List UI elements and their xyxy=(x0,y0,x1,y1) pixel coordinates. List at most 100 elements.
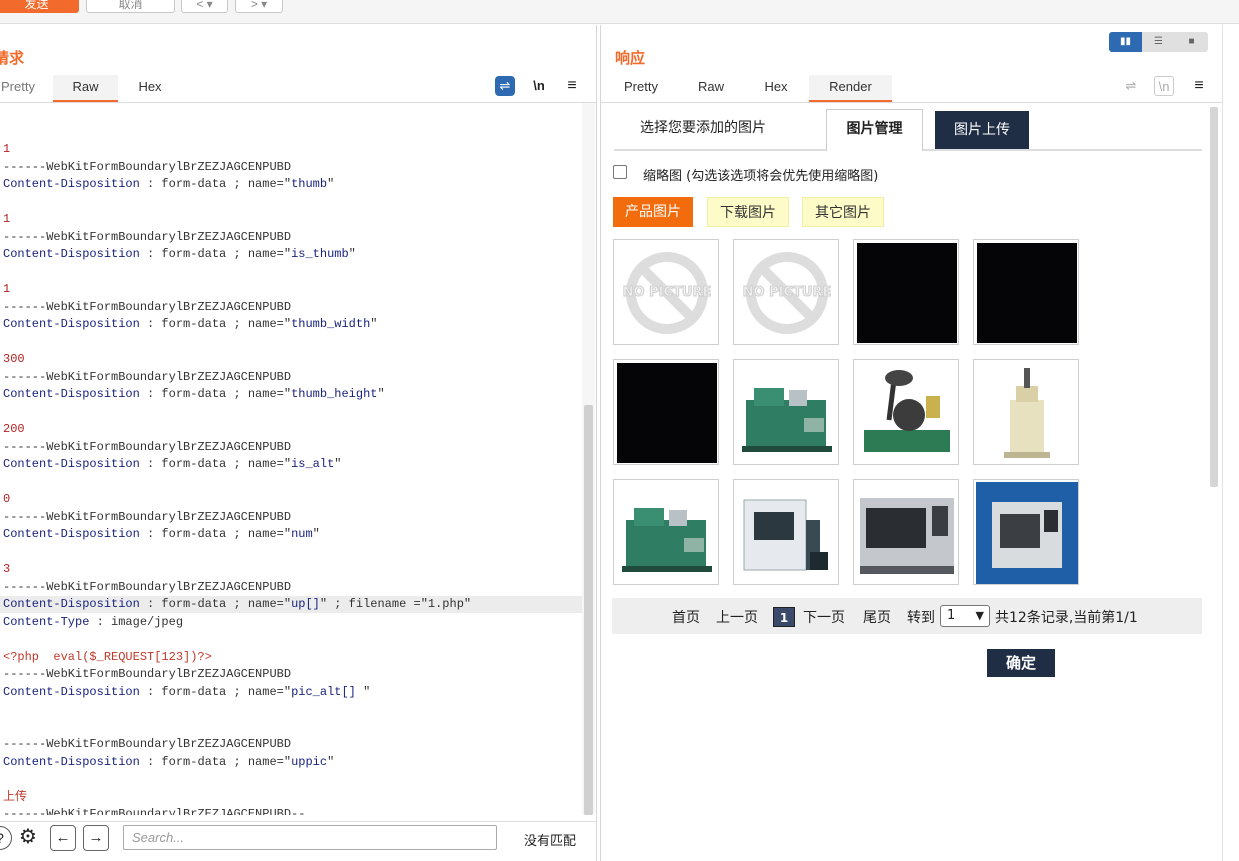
show-newlines-icon[interactable]: \n xyxy=(529,76,549,96)
current-page[interactable]: 1 xyxy=(773,607,795,627)
boundary-line: ------WebKitFormBoundarylBrZEZJAGCENPUBD xyxy=(3,580,292,594)
field-suffix: " xyxy=(327,755,335,769)
record-summary: 共12条记录,当前第1/1 xyxy=(995,610,1138,626)
header-line: Content-Disposition : form-data ; name="… xyxy=(3,386,385,403)
tab-pretty[interactable]: Pretty xyxy=(0,75,44,103)
tab-image-manage[interactable]: 图片管理 xyxy=(826,109,923,152)
tab-pretty[interactable]: Pretty xyxy=(611,75,671,103)
header-line: Content-Disposition : form-data ; name="… xyxy=(3,526,320,543)
field-suffix: " xyxy=(327,177,335,191)
tab-select-image[interactable]: 选择您要添加的图片 xyxy=(628,109,778,151)
send-button[interactable]: 发送 xyxy=(0,0,79,13)
tab-hex[interactable]: Hex xyxy=(125,75,175,103)
boundary-line: ------WebKitFormBoundarylBrZEZJAGCENPUBD xyxy=(3,440,292,454)
field-name: uppic xyxy=(291,755,328,769)
page-select-value: 1 xyxy=(947,608,956,623)
tab-raw[interactable]: Raw xyxy=(686,75,736,103)
wrap-lines-icon[interactable]: ⇌ xyxy=(1121,76,1141,96)
boundary-line: ------WebKitFormBoundarylBrZEZJAGCENPUBD… xyxy=(3,807,306,815)
header-key: Content-Disposition xyxy=(3,755,140,769)
image-dialog-tabs: 选择您要添加的图片 图片管理 图片上传 xyxy=(614,109,1202,152)
header-key: Content-Disposition xyxy=(3,685,140,699)
header-key: Content-Type xyxy=(3,615,90,629)
search-input[interactable]: Search... xyxy=(123,825,497,850)
render-scrollbar-thumb[interactable] xyxy=(1210,107,1218,487)
show-newlines-icon[interactable]: \n xyxy=(1154,76,1174,96)
thumbnail-checkbox-label: 缩略图 (勾选该选项将会优先使用缩略图) xyxy=(643,169,879,184)
image-thumbnail[interactable] xyxy=(853,359,959,465)
tab-render[interactable]: Render xyxy=(809,75,892,103)
header-key: Content-Disposition xyxy=(3,527,140,541)
prev-page-link[interactable]: 上一页 xyxy=(716,607,758,627)
cancel-button[interactable]: 取消 xyxy=(86,0,175,13)
category-product-images[interactable]: 产品图片 xyxy=(613,197,693,227)
category-download-images[interactable]: 下载图片 xyxy=(707,197,789,227)
settings-gear-icon[interactable]: ⚙ xyxy=(16,826,40,850)
thumbnail-checkbox[interactable] xyxy=(613,165,627,179)
field-value-line: 1 xyxy=(3,212,11,226)
header-separator: : form-data ; name=" xyxy=(139,685,292,699)
menu-icon[interactable]: ≡ xyxy=(1189,76,1209,96)
stacked-layout-icon[interactable]: ☰ xyxy=(1142,32,1175,52)
image-thumbnail[interactable] xyxy=(973,479,1079,585)
side-by-side-layout-icon[interactable]: ▮▮ xyxy=(1109,32,1142,52)
image-thumbnail[interactable] xyxy=(973,359,1079,465)
editor-scrollbar-thumb[interactable] xyxy=(584,405,593,815)
previous-match-button[interactable]: ← xyxy=(50,825,76,851)
last-page-link[interactable]: 尾页 xyxy=(863,607,891,627)
header-key: Content-Disposition xyxy=(3,597,140,611)
wrap-lines-icon[interactable]: ⇌ xyxy=(495,76,515,96)
header-line: Content-Disposition : form-data ; name="… xyxy=(3,596,471,613)
image-thumbnail[interactable] xyxy=(973,239,1079,345)
render-scrollbar[interactable] xyxy=(1207,103,1221,491)
forward-button[interactable]: > ▾ xyxy=(235,0,283,13)
image-thumbnail[interactable]: NO PICTURE xyxy=(613,239,719,345)
field-name: pic_alt[] xyxy=(291,685,356,699)
boundary-line: ------WebKitFormBoundarylBrZEZJAGCENPUBD xyxy=(3,160,292,174)
request-editor[interactable]: 1 ------WebKitFormBoundarylBrZEZJAGCENPUB… xyxy=(0,103,582,815)
request-panel: 请求 Pretty Raw Hex ⇌ \n ≡ 1 ------WebKitFo… xyxy=(0,25,597,861)
pagination: 首页 上一页 1 下一页 尾页 转到 1 ▼ 共12条记录,当前第1/1 xyxy=(612,598,1202,634)
image-thumbnail[interactable] xyxy=(613,359,719,465)
header-separator: : form-data ; name=" xyxy=(139,597,292,611)
no-picture-label: NO PICTURE xyxy=(622,285,712,301)
next-match-button[interactable]: → xyxy=(83,825,109,851)
field-value-line: 3 xyxy=(3,562,11,576)
image-thumbnail[interactable] xyxy=(613,479,719,585)
category-other-images[interactable]: 其它图片 xyxy=(802,197,884,227)
header-separator: : form-data ; name=" xyxy=(139,177,292,191)
search-bar: ? ⚙ ← → Search... 没有匹配 xyxy=(0,821,597,861)
help-icon[interactable]: ? xyxy=(0,826,12,850)
tab-image-upload[interactable]: 图片上传 xyxy=(935,111,1029,149)
header-separator: : form-data ; name=" xyxy=(139,527,292,541)
editor-scrollbar[interactable] xyxy=(582,103,595,815)
header-line: Content-Disposition : form-data ; name="… xyxy=(3,176,334,193)
field-name: is_thumb xyxy=(291,247,349,261)
field-suffix: " ; filename ="1.php" xyxy=(319,597,472,611)
response-panel: ▮▮ ☰ ■ 响应 Pretty Raw Hex Render ⇌ \n ≡ 选… xyxy=(600,25,1223,861)
header-separator: : form-data ; name=" xyxy=(139,317,292,331)
single-layout-icon[interactable]: ■ xyxy=(1175,32,1208,52)
image-thumbnail[interactable] xyxy=(733,359,839,465)
menu-icon[interactable]: ≡ xyxy=(562,76,582,96)
chevron-down-icon: ▼ xyxy=(975,609,984,622)
rendered-page: 选择您要添加的图片 图片管理 图片上传 缩略图 (勾选该选项将会优先使用缩略图)… xyxy=(604,103,1208,861)
tab-raw[interactable]: Raw xyxy=(53,75,118,103)
image-thumbnail[interactable]: NO PICTURE xyxy=(733,239,839,345)
header-key: Content-Disposition xyxy=(3,247,140,261)
boundary-line: ------WebKitFormBoundarylBrZEZJAGCENPUBD xyxy=(3,300,292,314)
back-button[interactable]: < ▾ xyxy=(181,0,228,13)
image-thumbnail[interactable] xyxy=(733,479,839,585)
header-line: Content-Disposition : form-data ; name="… xyxy=(3,684,370,701)
tab-hex[interactable]: Hex xyxy=(751,75,801,103)
boundary-line: ------WebKitFormBoundarylBrZEZJAGCENPUBD xyxy=(3,370,292,384)
page-select[interactable]: 1 ▼ xyxy=(940,605,990,627)
image-thumbnail[interactable] xyxy=(853,239,959,345)
field-suffix: " xyxy=(370,317,378,331)
next-page-link[interactable]: 下一页 xyxy=(803,607,845,627)
response-title: 响应 xyxy=(615,50,646,67)
field-value-line: 300 xyxy=(3,352,25,366)
confirm-button[interactable]: 确定 xyxy=(987,649,1055,677)
image-thumbnail[interactable] xyxy=(853,479,959,585)
first-page-link[interactable]: 首页 xyxy=(672,607,700,627)
